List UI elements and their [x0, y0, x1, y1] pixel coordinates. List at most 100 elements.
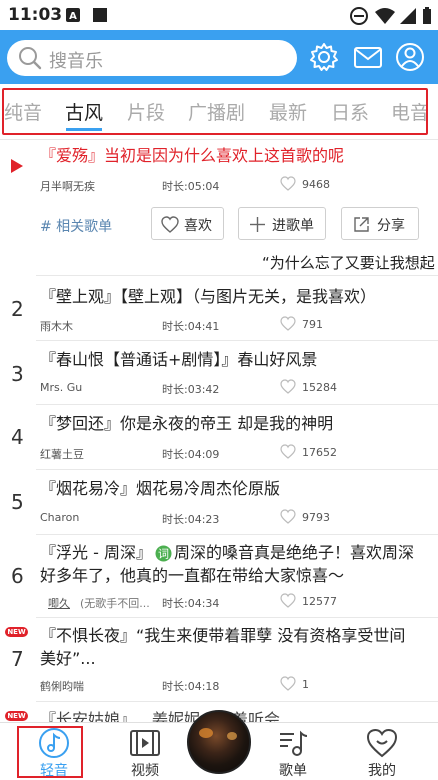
heart-icon [280, 379, 296, 394]
share-button[interactable]: 分享 [341, 207, 419, 240]
song-likes: 17652 [302, 446, 337, 459]
settings-gear-icon[interactable] [308, 41, 340, 73]
like-label: 喜欢 [184, 218, 212, 234]
heart-icon [280, 316, 296, 331]
tabs-highlight-frame [2, 88, 428, 135]
song-title[interactable]: 『梦回还』你是永夜的帝王 却是我的神明 [40, 413, 333, 435]
song-artist[interactable]: 月半啊无疾 [40, 178, 95, 194]
divider [36, 275, 438, 276]
svg-text:词: 词 [158, 548, 169, 561]
cell-signal-icon [400, 8, 416, 24]
song-artist[interactable]: 雨木木 [40, 318, 73, 334]
song-likes: 1 [302, 678, 309, 691]
divider [36, 617, 438, 618]
add-to-playlist-button[interactable]: 进歌单 [238, 207, 326, 240]
nav-label: 视频 [131, 763, 159, 779]
heart-icon [280, 593, 296, 608]
share-icon [354, 217, 369, 232]
song-rank: 7 [11, 647, 24, 671]
notification-square-icon [93, 8, 107, 22]
song-duration: 时长:04:23 [162, 513, 220, 526]
playlist-icon [280, 730, 308, 756]
song-artist[interactable]: Charon [40, 511, 79, 524]
keyboard-a-icon: A [66, 8, 80, 22]
song-title-part[interactable]: 周深的嗓音真是绝绝子！喜欢周深 [174, 542, 414, 564]
song-duration: 时长:04:18 [162, 680, 220, 693]
user-profile-icon[interactable] [394, 41, 426, 73]
song-title[interactable]: 『烟花易冷』烟花易冷周杰伦原版 [40, 478, 280, 500]
nav-video[interactable]: 视频 [110, 723, 180, 780]
song-title[interactable]: 『壁上观』【壁上观】（与图片无关，是我喜欢） [40, 286, 376, 308]
song-duration: 时长:05:04 [162, 180, 220, 193]
status-bar: 11:03 A [0, 0, 438, 30]
heart-nav-icon [366, 728, 398, 758]
heart-icon [280, 676, 296, 691]
top-header: 搜音乐 [0, 30, 438, 84]
like-button[interactable]: 喜欢 [151, 207, 224, 240]
song-likes: 9793 [302, 511, 330, 524]
song-likes: 791 [302, 318, 323, 331]
new-badge: NEW [5, 627, 28, 637]
nav-mine[interactable]: 我的 [347, 723, 417, 780]
song-artist[interactable]: 鹤俐昀喘 [40, 678, 84, 694]
heart-outline-icon [161, 216, 179, 233]
divider [36, 534, 438, 535]
search-icon [19, 47, 42, 70]
lyrics-badge-icon: 词 [155, 545, 172, 562]
song-duration: 时长:04:09 [162, 448, 220, 461]
song-rank: 3 [11, 362, 24, 386]
mail-icon[interactable] [352, 41, 384, 73]
divider [0, 139, 438, 140]
now-playing-disc[interactable] [187, 710, 251, 774]
new-badge: NEW [5, 711, 28, 721]
artist-note: (无歌手不回... [80, 597, 150, 610]
app-root: 11:03 A 搜音乐 纯音 古风 片段 广播剧 最新 日系 电音 『爱殇』当初… [0, 0, 438, 780]
heart-icon [280, 444, 296, 459]
search-input[interactable]: 搜音乐 [7, 40, 297, 76]
heart-icon [280, 176, 296, 191]
divider [36, 340, 438, 341]
search-placeholder: 搜音乐 [49, 51, 103, 72]
song-artist[interactable]: Mrs. Gu [40, 381, 82, 394]
song-duration: 时长:04:41 [162, 320, 220, 333]
song-rank: 6 [11, 564, 24, 588]
nav-label: 歌单 [279, 763, 307, 779]
song-duration: 时长:03:42 [162, 383, 220, 396]
divider [36, 469, 438, 470]
song-likes: 12577 [302, 595, 337, 608]
song-rank: 5 [11, 490, 24, 514]
song-likes: 9468 [302, 178, 330, 191]
divider [36, 701, 438, 702]
song-artist[interactable]: 唧久 [48, 595, 70, 611]
song-title-part[interactable]: 『浮光 - 周深』 [40, 542, 152, 564]
svg-text:A: A [69, 11, 77, 22]
disc-art-highlight [227, 732, 237, 740]
nav-highlight-frame [17, 726, 83, 778]
song-duration: 时长:04:34 [162, 597, 220, 610]
scrolling-comment: “为什么忘了又要让我想起 [262, 254, 435, 272]
song-artist[interactable]: 红薯土豆 [40, 446, 84, 462]
share-label: 分享 [377, 218, 405, 234]
add-to-playlist-label: 进歌单 [272, 218, 314, 234]
do-not-disturb-icon [350, 7, 368, 25]
wifi-icon [375, 8, 395, 24]
song-title-line2[interactable]: 美好”... [40, 648, 96, 670]
nav-playlists[interactable]: 歌单 [258, 723, 328, 780]
song-title[interactable]: 『爱殇』当初是因为什么喜欢上这首歌的呢 [40, 145, 344, 167]
song-rank: 4 [11, 425, 24, 449]
plus-icon [250, 217, 265, 232]
disc-art-highlight [199, 728, 213, 738]
related-playlists-link[interactable]: # 相关歌单 [40, 216, 112, 236]
film-strip-icon [130, 730, 160, 756]
song-title-line2[interactable]: 好多年了，他真的一直都在带给大家惊喜～ [40, 565, 344, 587]
nav-label: 我的 [368, 763, 396, 779]
battery-icon [423, 7, 431, 24]
playing-triangle-icon [11, 159, 23, 173]
song-likes: 15284 [302, 381, 337, 394]
song-title[interactable]: 『春山恨【普通话+剧情】』春山好风景 [40, 349, 317, 371]
divider [36, 404, 438, 405]
heart-icon [280, 509, 296, 524]
song-rank: 2 [11, 297, 24, 321]
status-time: 11:03 [8, 5, 63, 25]
song-title[interactable]: 『不惧长夜』“我生来便带着罪孽 没有资格享受世间 [40, 625, 405, 647]
